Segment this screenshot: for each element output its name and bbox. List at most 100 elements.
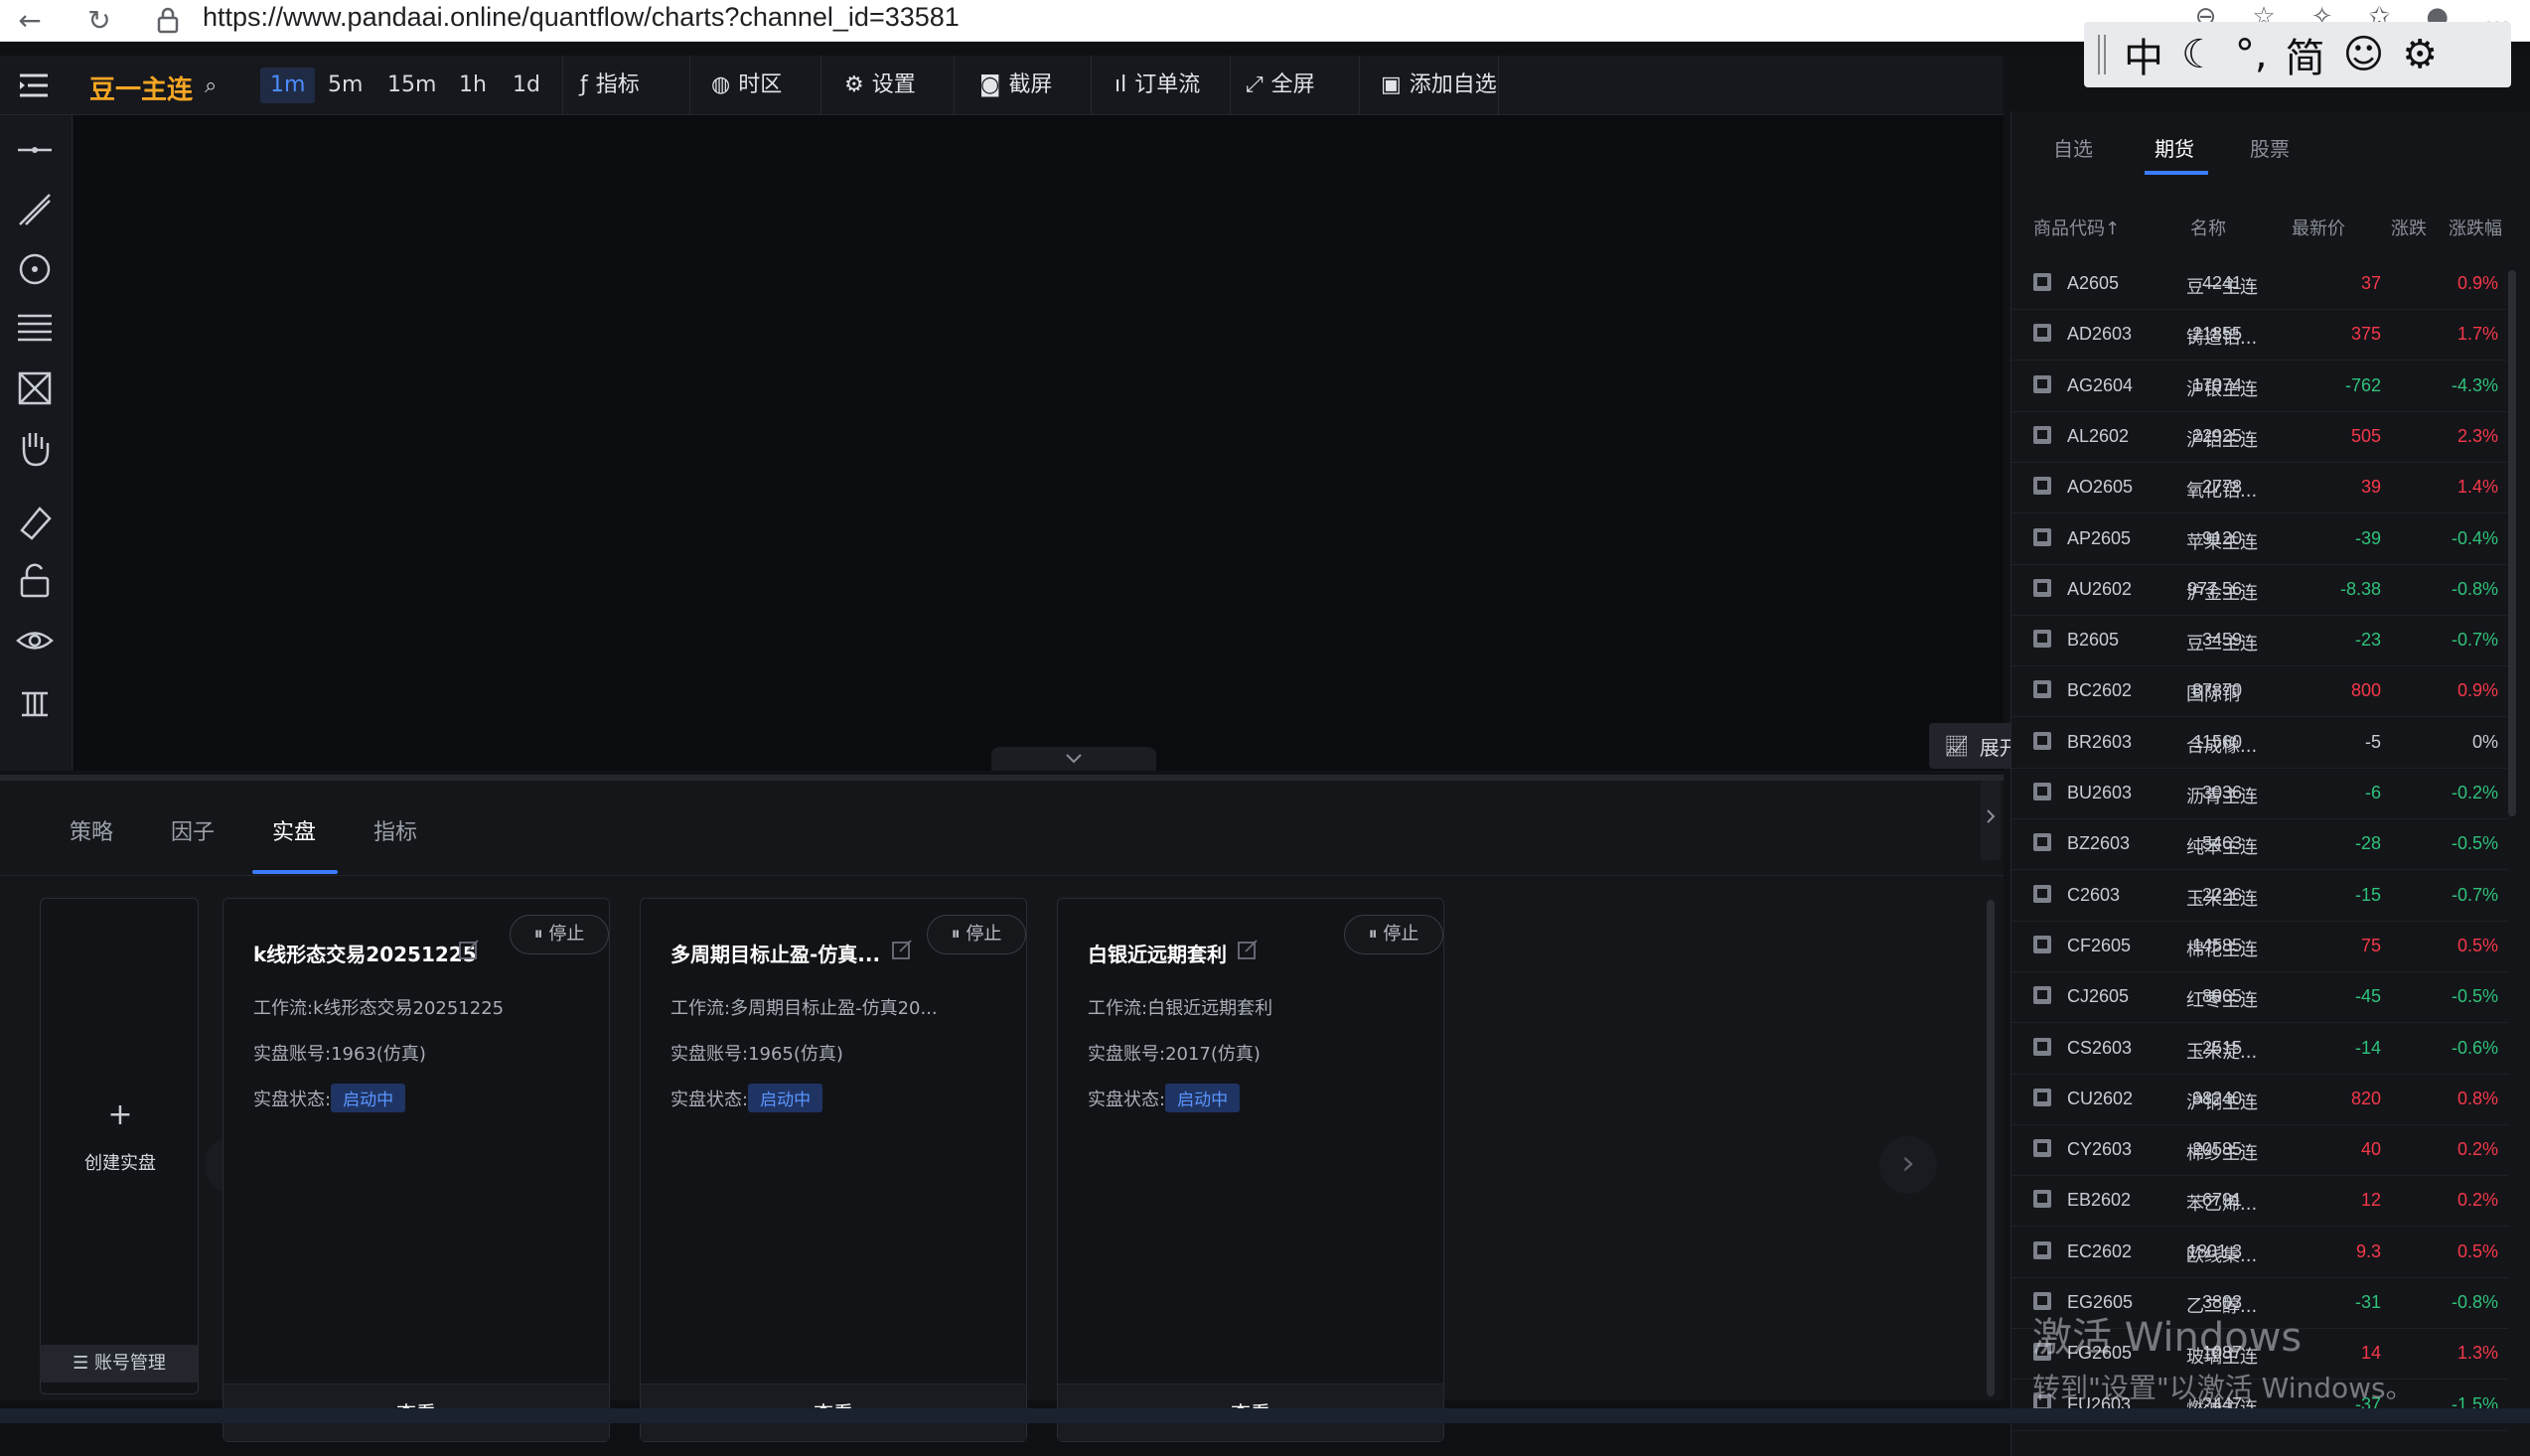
watchlist-row[interactable]: AL2602 沪铝主连 22925 505 2.3% — [2011, 412, 2508, 463]
horizontal-line-icon[interactable] — [14, 129, 56, 171]
back-icon[interactable]: ← — [12, 4, 48, 40]
account-manage-button[interactable]: ☰ 账号管理 — [40, 1345, 199, 1383]
watch-toggle-icon[interactable] — [2033, 374, 2051, 393]
watch-toggle-icon[interactable] — [2033, 1088, 2051, 1106]
watchlist-row[interactable]: BC2602 国际铜 87870 800 0.9% — [2011, 666, 2508, 718]
fullscreen-button[interactable]: ⤢ 全屏 — [1246, 68, 1315, 103]
col-header-percent[interactable]: 涨跌幅 — [2449, 215, 2502, 240]
watch-toggle-icon[interactable] — [2033, 1139, 2051, 1158]
watchlist-row[interactable]: AD2603 铸造铝... 21855 375 1.7% — [2011, 310, 2508, 362]
stop-button[interactable]: ⏸ 停止 — [510, 915, 609, 954]
watchlist-row[interactable]: AO2605 氧化铝... 2778 39 1.4% — [2011, 463, 2508, 514]
delete-icon[interactable] — [14, 679, 56, 721]
watch-toggle-icon[interactable] — [2033, 527, 2051, 546]
watchlist-scrollbar[interactable] — [2508, 270, 2516, 816]
ime-settings-icon[interactable]: ⚙ — [2402, 32, 2438, 77]
watch-toggle-icon[interactable] — [2033, 273, 2051, 291]
watch-toggle-icon[interactable] — [2033, 935, 2051, 953]
watchlist-row[interactable]: CS2603 玉米淀... 2515 -14 -0.6% — [2011, 1024, 2508, 1075]
watch-toggle-icon[interactable] — [2033, 783, 2051, 801]
eraser-icon[interactable] — [14, 501, 56, 542]
watch-toggle-icon[interactable] — [2033, 324, 2051, 343]
ime-grip-handle[interactable] — [2098, 35, 2106, 74]
watch-toggle-icon[interactable] — [2033, 477, 2051, 496]
add-watchlist-button[interactable]: ▣ 添加自选 — [1381, 68, 1497, 103]
timeframe-1h[interactable]: 1h — [449, 68, 497, 103]
watch-toggle-icon[interactable] — [2033, 425, 2051, 444]
watchlist-row[interactable]: BU2603 沥青主连 3036 -6 -0.2% — [2011, 769, 2508, 819]
watch-toggle-icon[interactable] — [2033, 986, 2051, 1005]
cards-scrollbar[interactable] — [1987, 900, 1995, 1396]
watchlist-row[interactable]: EB2602 苯乙烯... 6791 12 0.2% — [2011, 1176, 2508, 1228]
create-live-card[interactable]: + 创建实盘 — [40, 898, 199, 1394]
tab-favorites[interactable]: 自选 — [2053, 133, 2093, 162]
timezone-button[interactable]: ◍ 时区 — [711, 68, 782, 103]
panel-side-chevron-icon[interactable] — [1981, 781, 2001, 860]
symbol-search-icon[interactable]: ⌕ — [205, 73, 217, 98]
symbol-name[interactable]: 豆一主连 — [89, 70, 193, 106]
watchlist-row[interactable]: AU2602 沪金主连 977.56 -8.38 -0.8% — [2011, 565, 2508, 616]
tab-stocks[interactable]: 股票 — [2250, 133, 2290, 162]
screenshot-button[interactable]: ◙ 截屏 — [979, 68, 1052, 103]
circle-tool-icon[interactable] — [14, 248, 56, 290]
watch-toggle-icon[interactable] — [2033, 833, 2051, 852]
watchlist-row[interactable]: CY2603 棉纱主连 20585 40 0.2% — [2011, 1125, 2508, 1177]
address-bar[interactable]: https://www.pandaai.online/quantflow/cha… — [149, 0, 2096, 40]
ime-chinese-icon[interactable]: 中 — [2124, 26, 2163, 83]
watchlist-row[interactable]: BZ2603 纯苯主连 5463 -28 -0.5% — [2011, 819, 2508, 871]
ime-emoji-icon[interactable]: ☺ — [2343, 32, 2385, 77]
reload-icon[interactable]: ↻ — [81, 4, 117, 40]
watchlist-row[interactable]: CU2602 沪铜主连 98240 820 0.8% — [2011, 1075, 2508, 1125]
col-header-change[interactable]: 涨跌 — [2391, 215, 2427, 240]
timeframe-1d[interactable]: 1d — [503, 68, 550, 103]
timeframe-5m[interactable]: 5m — [318, 68, 372, 103]
stop-button[interactable]: ⏸ 停止 — [927, 915, 1026, 954]
tab-indicator[interactable]: 指标 — [373, 814, 417, 846]
fib-lines-icon[interactable] — [14, 308, 56, 350]
ime-punctuation-icon[interactable]: °, — [2235, 32, 2268, 77]
edit-icon[interactable] — [1237, 939, 1259, 960]
watchlist-row[interactable]: CF2605 棉花主连 14585 75 0.5% — [2011, 922, 2508, 972]
watch-toggle-icon[interactable] — [2033, 1240, 2051, 1259]
timeframe-15m[interactable]: 15m — [377, 68, 446, 103]
next-card-button[interactable]: › — [1879, 1136, 1937, 1194]
stop-button[interactable]: ⏸ 停止 — [1344, 915, 1443, 954]
hand-icon[interactable] — [14, 427, 56, 469]
watchlist-row[interactable]: BR2603 合成橡... 11560 -5 0% — [2011, 718, 2508, 769]
chart-canvas[interactable]: 📈︎ 展开实盘 — [74, 115, 2074, 771]
pattern-tool-icon[interactable] — [14, 367, 56, 409]
url-text[interactable]: https://www.pandaai.online/quantflow/cha… — [203, 2, 960, 33]
watch-toggle-icon[interactable] — [2033, 578, 2051, 597]
tab-futures[interactable]: 期货 — [2155, 133, 2194, 162]
menu-icon[interactable] — [18, 72, 50, 99]
watch-toggle-icon[interactable] — [2033, 884, 2051, 903]
col-header-code[interactable]: 商品代码↑ — [2033, 215, 2120, 240]
watch-toggle-icon[interactable] — [2033, 680, 2051, 699]
watch-toggle-icon[interactable] — [2033, 731, 2051, 750]
timeframe-1m[interactable]: 1m — [260, 68, 316, 103]
watchlist-row[interactable]: AP2605 苹果主连 9120 -39 -0.4% — [2011, 514, 2508, 565]
edit-icon[interactable] — [458, 939, 480, 960]
eye-icon[interactable] — [14, 620, 56, 661]
tab-factor[interactable]: 因子 — [171, 814, 215, 846]
watch-toggle-icon[interactable] — [2033, 1037, 2051, 1056]
tab-strategy[interactable]: 策略 — [70, 814, 113, 846]
ime-moon-icon[interactable]: ☾ — [2181, 32, 2217, 77]
watchlist-row[interactable]: CJ2605 红枣主连 8965 -45 -0.5% — [2011, 972, 2508, 1024]
watch-toggle-icon[interactable] — [2033, 1190, 2051, 1209]
ime-simplified-icon[interactable]: 简 — [2286, 26, 2325, 83]
col-header-name[interactable]: 名称 — [2190, 215, 2226, 240]
orderflow-button[interactable]: ıl 订单流 — [1115, 68, 1200, 103]
watchlist-row[interactable]: C2603 玉米主连 2226 -15 -0.7% — [2011, 871, 2508, 922]
tab-live[interactable]: 实盘 — [272, 814, 316, 846]
settings-button[interactable]: ⚙ 设置 — [844, 68, 916, 103]
watchlist-row[interactable]: EC2602 欧线集... 1801.3 9.3 0.5% — [2011, 1228, 2508, 1278]
col-header-price[interactable]: 最新价 — [2292, 215, 2345, 240]
edit-icon[interactable] — [891, 939, 913, 960]
indicator-button[interactable]: ƒ 指标 — [580, 68, 640, 103]
watchlist-row[interactable]: A2605 豆一主连 4241 37 0.9% — [2011, 259, 2508, 310]
watch-toggle-icon[interactable] — [2033, 630, 2051, 649]
collapse-toggle[interactable] — [991, 747, 1156, 771]
watchlist-row[interactable]: B2605 豆二主连 3459 -23 -0.7% — [2011, 616, 2508, 667]
unlock-icon[interactable] — [14, 560, 56, 602]
